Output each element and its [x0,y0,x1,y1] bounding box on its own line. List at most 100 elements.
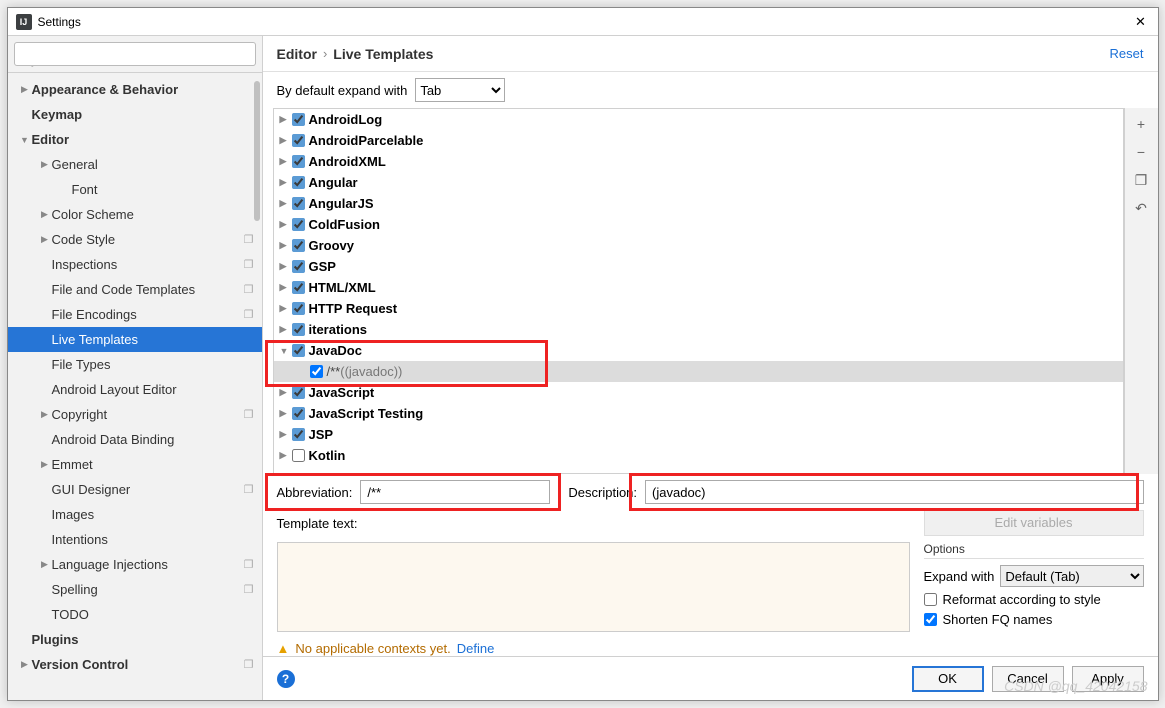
reset-link[interactable]: Reset [1110,46,1144,61]
template-checkbox[interactable] [292,386,305,399]
desc-input[interactable] [645,480,1143,504]
sidebar-item-todo[interactable]: TODO [8,602,262,627]
breadcrumb-a: Editor [277,46,317,62]
template-text-input[interactable] [277,542,910,632]
template-label: Groovy [309,238,355,253]
sidebar-item-file-types[interactable]: File Types [8,352,262,377]
template-group-androidparcelable[interactable]: ▶AndroidParcelable [274,130,1123,151]
sidebar-item-appearance-behavior[interactable]: ▶Appearance & Behavior [8,77,262,102]
chevron-icon: ▶ [280,156,292,167]
template-checkbox[interactable] [292,197,305,210]
add-button[interactable]: + [1131,114,1151,134]
close-button[interactable]: ✕ [1132,13,1150,31]
template-checkbox[interactable] [292,407,305,420]
template-item-checkbox[interactable] [310,365,323,378]
template-group-iterations[interactable]: ▶iterations [274,319,1123,340]
sidebar-item-font[interactable]: Font [8,177,262,202]
ok-button[interactable]: OK [912,666,984,692]
template-item[interactable]: /** ((javadoc)) [274,361,1123,382]
abbr-input[interactable] [360,480,550,504]
template-group-http-request[interactable]: ▶HTTP Request [274,298,1123,319]
template-checkbox[interactable] [292,449,305,462]
template-group-javascript[interactable]: ▶JavaScript [274,382,1123,403]
reformat-checkbox[interactable] [924,593,937,606]
sidebar-item-general[interactable]: ▶General [8,152,262,177]
template-checkbox[interactable] [292,239,305,252]
template-checkbox[interactable] [292,344,305,357]
expand-select[interactable]: Tab [415,78,505,102]
sidebar-item-label: File Encodings [52,307,244,322]
sidebar-item-emmet[interactable]: ▶Emmet [8,452,262,477]
template-checkbox[interactable] [292,260,305,273]
sidebar-item-file-and-code-templates[interactable]: File and Code Templates❐ [8,277,262,302]
desc-label: Description: [568,485,637,500]
sidebar-item-editor[interactable]: ▼Editor [8,127,262,152]
sidebar-item-plugins[interactable]: Plugins [8,627,262,652]
sidebar-item-label: Plugins [32,632,262,647]
sidebar-item-file-encodings[interactable]: File Encodings❐ [8,302,262,327]
template-group-angular[interactable]: ▶Angular [274,172,1123,193]
chevron-icon: ▶ [18,659,32,670]
template-group-html-xml[interactable]: ▶HTML/XML [274,277,1123,298]
template-list[interactable]: ▶AndroidLog▶AndroidParcelable▶AndroidXML… [273,108,1124,474]
sidebar-item-android-data-binding[interactable]: Android Data Binding [8,427,262,452]
template-group-groovy[interactable]: ▶Groovy [274,235,1123,256]
revert-button[interactable]: ↶ [1131,198,1151,218]
template-group-coldfusion[interactable]: ▶ColdFusion [274,214,1123,235]
template-checkbox[interactable] [292,281,305,294]
breadcrumb: Editor › Live Templates Reset [263,36,1158,72]
template-group-kotlin[interactable]: ▶Kotlin [274,445,1123,466]
sidebar-item-android-layout-editor[interactable]: Android Layout Editor [8,377,262,402]
sidebar-item-intentions[interactable]: Intentions [8,527,262,552]
duplicate-button[interactable]: ❐ [1131,170,1151,190]
sidebar-item-color-scheme[interactable]: ▶Color Scheme [8,202,262,227]
sidebar-item-keymap[interactable]: Keymap [8,102,262,127]
copy-icon: ❐ [244,583,254,596]
sidebar-item-label: Language Injections [52,557,244,572]
scrollbar-thumb[interactable] [254,81,260,221]
template-checkbox[interactable] [292,134,305,147]
template-group-angularjs[interactable]: ▶AngularJS [274,193,1123,214]
template-checkbox[interactable] [292,113,305,126]
chevron-icon: ▶ [280,261,292,272]
tmpl-text-label: Template text: [277,516,358,531]
template-checkbox[interactable] [292,302,305,315]
template-label: JavaScript [309,385,375,400]
template-checkbox[interactable] [292,176,305,189]
template-group-gsp[interactable]: ▶GSP [274,256,1123,277]
cancel-button[interactable]: Cancel [992,666,1064,692]
shorten-checkbox[interactable] [924,613,937,626]
template-group-jsp[interactable]: ▶JSP [274,424,1123,445]
remove-button[interactable]: − [1131,142,1151,162]
sidebar-item-spelling[interactable]: Spelling❐ [8,577,262,602]
define-link[interactable]: Define [457,641,495,656]
sidebar-item-inspections[interactable]: Inspections❐ [8,252,262,277]
search-input[interactable] [14,42,256,66]
sidebar-item-copyright[interactable]: ▶Copyright❐ [8,402,262,427]
sidebar-item-gui-designer[interactable]: GUI Designer❐ [8,477,262,502]
template-label: JavaScript Testing [309,406,424,421]
sidebar-item-code-style[interactable]: ▶Code Style❐ [8,227,262,252]
sidebar-item-label: Inspections [52,257,244,272]
template-label: JSP [309,427,334,442]
template-checkbox[interactable] [292,323,305,336]
sidebar-item-language-injections[interactable]: ▶Language Injections❐ [8,552,262,577]
sidebar-item-label: Version Control [32,657,244,672]
sidebar-item-images[interactable]: Images [8,502,262,527]
template-checkbox[interactable] [292,155,305,168]
expand-label: By default expand with [277,83,408,98]
template-group-androidlog[interactable]: ▶AndroidLog [274,109,1123,130]
settings-tree[interactable]: ▶Appearance & BehaviorKeymap▼Editor▶Gene… [8,73,262,700]
template-group-javadoc[interactable]: ▼JavaDoc [274,340,1123,361]
chevron-icon: ▶ [38,234,52,245]
template-group-javascript-testing[interactable]: ▶JavaScript Testing [274,403,1123,424]
template-checkbox[interactable] [292,428,305,441]
template-checkbox[interactable] [292,218,305,231]
apply-button[interactable]: Apply [1072,666,1144,692]
sidebar-item-live-templates[interactable]: Live Templates [8,327,262,352]
help-button[interactable]: ? [277,670,295,688]
chevron-icon: ▼ [280,346,292,356]
template-group-androidxml[interactable]: ▶AndroidXML [274,151,1123,172]
sidebar-item-version-control[interactable]: ▶Version Control❐ [8,652,262,677]
expand-with-select[interactable]: Default (Tab) [1000,565,1143,587]
